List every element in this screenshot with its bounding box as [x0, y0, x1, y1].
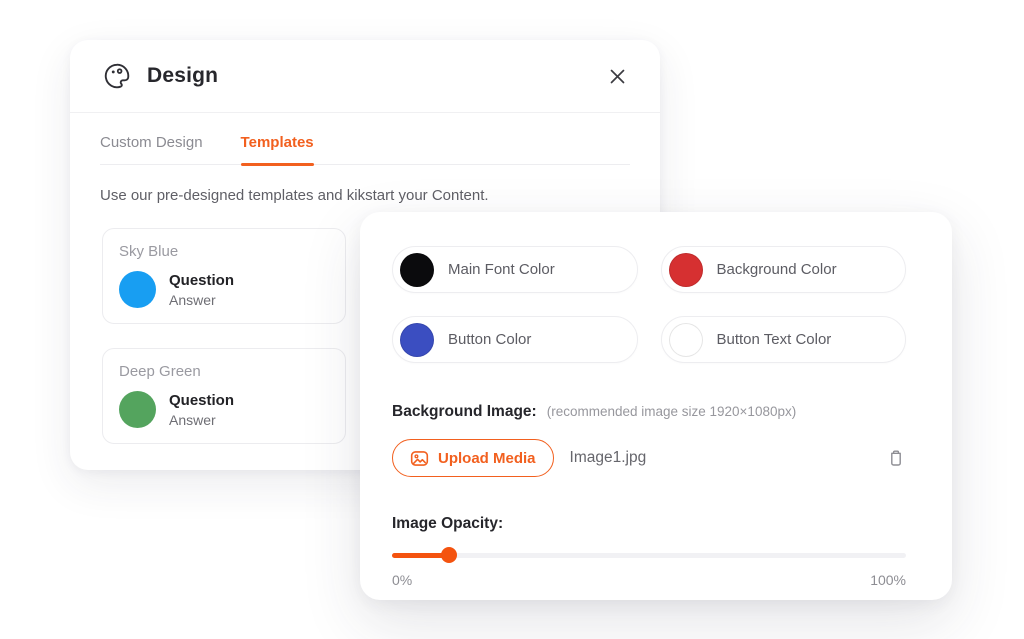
template-name: Sky Blue: [119, 243, 329, 260]
template-answer-label: Answer: [169, 412, 234, 428]
template-settings-panel: Main Font Color Background Color Button …: [360, 212, 952, 600]
palette-icon: [100, 59, 134, 93]
upload-media-label: Upload Media: [438, 450, 536, 467]
button-color-swatch: [400, 323, 434, 357]
trash-icon: [886, 448, 906, 469]
dialog-title: Design: [147, 64, 218, 88]
slider-fill: [392, 553, 449, 558]
upload-media-button[interactable]: Upload Media: [392, 439, 554, 477]
tab-templates[interactable]: Templates: [241, 134, 314, 164]
button-text-color-swatch: [669, 323, 703, 357]
background-color-picker[interactable]: Background Color: [661, 246, 907, 293]
template-card-sky-blue[interactable]: Sky Blue Question Answer: [102, 228, 346, 324]
template-question-label: Question: [169, 392, 234, 409]
templates-description: Use our pre-designed templates and kikst…: [100, 187, 630, 204]
tab-custom-design[interactable]: Custom Design: [100, 134, 203, 164]
delete-image-button[interactable]: [886, 448, 906, 469]
image-opacity-slider[interactable]: [392, 547, 906, 563]
template-card-deep-green[interactable]: Deep Green Question Answer: [102, 348, 346, 444]
uploaded-file-name: Image1.jpg: [570, 449, 647, 467]
slider-max-label: 100%: [870, 572, 906, 588]
tab-bar: Custom Design Templates: [100, 134, 630, 165]
background-image-label: Background Image:: [392, 403, 537, 421]
template-color-swatch: [119, 391, 156, 428]
header-divider: [70, 112, 660, 113]
color-option-label: Background Color: [717, 261, 837, 278]
template-name: Deep Green: [119, 363, 329, 380]
upload-row: Upload Media Image1.jpg: [392, 439, 906, 477]
template-color-swatch: [119, 271, 156, 308]
close-icon[interactable]: [604, 63, 630, 89]
main-font-color-swatch: [400, 253, 434, 287]
color-option-label: Button Text Color: [717, 331, 832, 348]
color-option-label: Button Color: [448, 331, 531, 348]
background-color-swatch: [669, 253, 703, 287]
slider-min-label: 0%: [392, 572, 412, 588]
slider-thumb[interactable]: [441, 547, 457, 563]
color-option-label: Main Font Color: [448, 261, 555, 278]
background-image-note: (recommended image size 1920×1080px): [547, 404, 797, 419]
image-opacity-label: Image Opacity:: [392, 515, 906, 533]
color-options-grid: Main Font Color Background Color Button …: [392, 246, 906, 363]
template-answer-label: Answer: [169, 292, 234, 308]
main-font-color-picker[interactable]: Main Font Color: [392, 246, 638, 293]
template-question-label: Question: [169, 272, 234, 289]
button-color-picker[interactable]: Button Color: [392, 316, 638, 363]
slider-track[interactable]: [392, 553, 906, 558]
dialog-header: Design: [70, 40, 660, 112]
image-icon: [410, 449, 429, 468]
button-text-color-picker[interactable]: Button Text Color: [661, 316, 907, 363]
background-image-row: Background Image: (recommended image siz…: [392, 403, 906, 421]
slider-range-labels: 0% 100%: [392, 572, 906, 588]
